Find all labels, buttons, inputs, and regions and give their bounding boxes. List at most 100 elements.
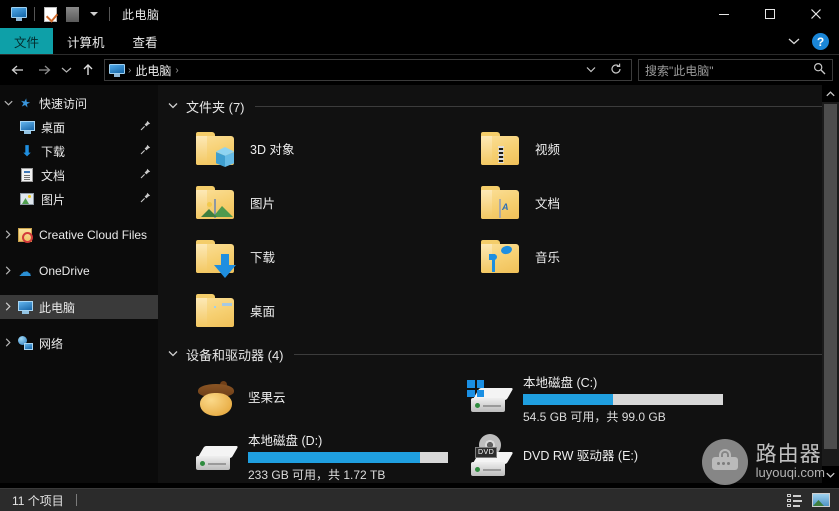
folder-music-icon: [477, 232, 525, 280]
tab-computer[interactable]: 计算机: [53, 28, 119, 55]
this-pc-icon[interactable]: [8, 3, 30, 25]
sidebar-item-onedrive[interactable]: ☁ OneDrive: [0, 259, 158, 283]
forward-button[interactable]: [32, 58, 56, 82]
list-item[interactable]: 音乐: [451, 229, 736, 283]
maximize-button[interactable]: [747, 0, 793, 28]
view-large-icons-button[interactable]: [811, 491, 831, 509]
list-item-label: 音乐: [535, 250, 561, 265]
downloads-icon: ⬇: [20, 142, 34, 160]
capacity-bar: [523, 393, 723, 405]
this-pc-chevron-right-icon[interactable]: [0, 301, 16, 313]
onedrive-icon: ☁: [18, 263, 32, 279]
folder-desktop-icon: [192, 286, 240, 334]
window-controls: [701, 0, 839, 28]
list-item[interactable]: 本地磁盘 (D:) 233 GB 可用，共 1.72 TB: [166, 427, 448, 483]
search-box[interactable]: 搜索"此电脑": [638, 59, 833, 81]
view-details-button[interactable]: [785, 491, 805, 509]
list-item-label: 图片: [250, 196, 276, 211]
list-item[interactable]: 本地磁盘 (C:) 54.5 GB 可用，共 99.0 GB: [441, 369, 723, 427]
list-item-label: 文档: [535, 196, 561, 211]
group-header-folders[interactable]: 文件夹 (7): [166, 95, 839, 117]
file-list-pane[interactable]: 文件夹 (7) 3D 对象 视频 图片 A 文档 下载 音乐 桌面 设备和驱动器…: [158, 85, 839, 483]
pin-icon[interactable]: [140, 120, 151, 134]
capacity-text: 233 GB 可用，共 1.72 TB: [248, 467, 386, 482]
list-item[interactable]: 视频: [451, 121, 736, 175]
navigation-pane: ★ 快速访问 桌面 ⬇ 下载 文档 图片 Creative Cloud File…: [0, 85, 158, 483]
network-chevron-right-icon[interactable]: [0, 337, 16, 349]
qat-divider-2: [109, 7, 110, 21]
vertical-scrollbar[interactable]: [822, 85, 839, 483]
pictures-icon: [18, 191, 36, 207]
expand-ribbon-chevron-down-icon[interactable]: [782, 36, 806, 48]
item-count-label: 11 个项目: [12, 493, 64, 508]
minimize-button[interactable]: [701, 0, 747, 28]
pin-icon[interactable]: [140, 192, 151, 206]
scrollbar-thumb[interactable]: [824, 104, 837, 449]
folder-3d-objects-icon: [192, 124, 240, 172]
list-item[interactable]: 下载: [166, 229, 451, 283]
list-item[interactable]: 坚果云: [166, 369, 441, 427]
up-button[interactable]: [76, 58, 100, 82]
local-drive-icon: [192, 432, 240, 480]
list-item[interactable]: 图片: [166, 175, 451, 229]
list-item-label: 3D 对象: [250, 142, 295, 157]
scrollbar-track[interactable]: [822, 102, 839, 466]
back-button[interactable]: [6, 58, 30, 82]
network-icon: [16, 335, 34, 351]
properties-icon[interactable]: [39, 3, 61, 25]
recent-locations-chevron-down-icon[interactable]: [58, 58, 74, 82]
tab-view[interactable]: 查看: [119, 28, 172, 55]
desktop-icon: [18, 119, 36, 135]
breadcrumb-separator-1: ›: [128, 64, 132, 76]
list-item[interactable]: 3D 对象: [166, 121, 451, 175]
folders-tile-list: 3D 对象 视频 图片 A 文档 下载 音乐 桌面: [166, 121, 839, 337]
scroll-up-icon[interactable]: [822, 85, 839, 102]
capacity-bar: [248, 451, 448, 463]
list-item-label: 视频: [535, 142, 561, 157]
sidebar-item-creative-cloud-files[interactable]: Creative Cloud Files: [0, 223, 158, 247]
pin-icon[interactable]: [140, 168, 151, 182]
search-icon[interactable]: [813, 62, 826, 78]
breadcrumb[interactable]: › 3D 对象 此电脑 ›: [104, 59, 632, 81]
folders-group-chevron-down-icon[interactable]: [166, 101, 180, 112]
group-divider: [254, 105, 825, 107]
help-icon[interactable]: ?: [812, 33, 829, 50]
sidebar-item-downloads[interactable]: ⬇ 下载: [0, 139, 158, 163]
search-input[interactable]: 搜索"此电脑": [645, 62, 813, 79]
title-bar: 此电脑: [0, 0, 839, 28]
list-item[interactable]: 桌面: [166, 283, 451, 337]
star-icon: ★: [18, 95, 32, 111]
sidebar-item-network[interactable]: 网络: [0, 331, 158, 355]
router-icon: [701, 439, 748, 485]
watermark-url: luyouqi.com: [755, 465, 825, 481]
new-folder-icon[interactable]: [61, 3, 83, 25]
breadcrumb-separator-2[interactable]: ›: [175, 65, 178, 76]
group-divider: [293, 353, 825, 355]
devices-group-chevron-down-icon[interactable]: [166, 349, 180, 360]
refresh-icon[interactable]: [605, 63, 627, 78]
breadcrumb-item-this-pc[interactable]: 此电脑: [135, 62, 171, 79]
list-item[interactable]: DVD DVD RW 驱动器 (E:): [441, 427, 696, 483]
watermark: 路由器 luyouqi.com: [701, 439, 825, 485]
breadcrumb-chevron-down-icon[interactable]: [581, 65, 601, 76]
onedrive-chevron-right-icon[interactable]: [0, 265, 16, 277]
sidebar-item-desktop[interactable]: 桌面: [0, 115, 158, 139]
creative-cloud-chevron-right-icon[interactable]: [0, 229, 16, 241]
group-header-devices[interactable]: 设备和驱动器 (4): [166, 343, 839, 365]
close-button[interactable]: [793, 0, 839, 28]
customize-qat-chevron-down-icon[interactable]: [83, 3, 105, 25]
list-item-label: 坚果云: [248, 391, 286, 405]
sidebar-item-label: 网络: [39, 336, 64, 351]
sidebar-item-label: 图片: [41, 192, 66, 207]
list-item[interactable]: A 文档: [451, 175, 736, 229]
sidebar-item-pictures[interactable]: 图片: [0, 187, 158, 211]
pin-icon[interactable]: [140, 144, 151, 158]
sidebar-item-quick-access[interactable]: ★ 快速访问: [0, 91, 158, 115]
sidebar-item-this-pc[interactable]: 此电脑: [0, 295, 158, 319]
quick-access-chevron-down-icon[interactable]: [0, 98, 16, 108]
dvd-label: DVD: [475, 447, 498, 458]
sidebar-item-documents[interactable]: 文档: [0, 163, 158, 187]
windows-drive-icon: [467, 374, 515, 422]
ribbon-tabs: 文件 计算机 查看 展开功能区 ?: [0, 28, 839, 55]
tab-file[interactable]: 文件: [0, 28, 54, 55]
